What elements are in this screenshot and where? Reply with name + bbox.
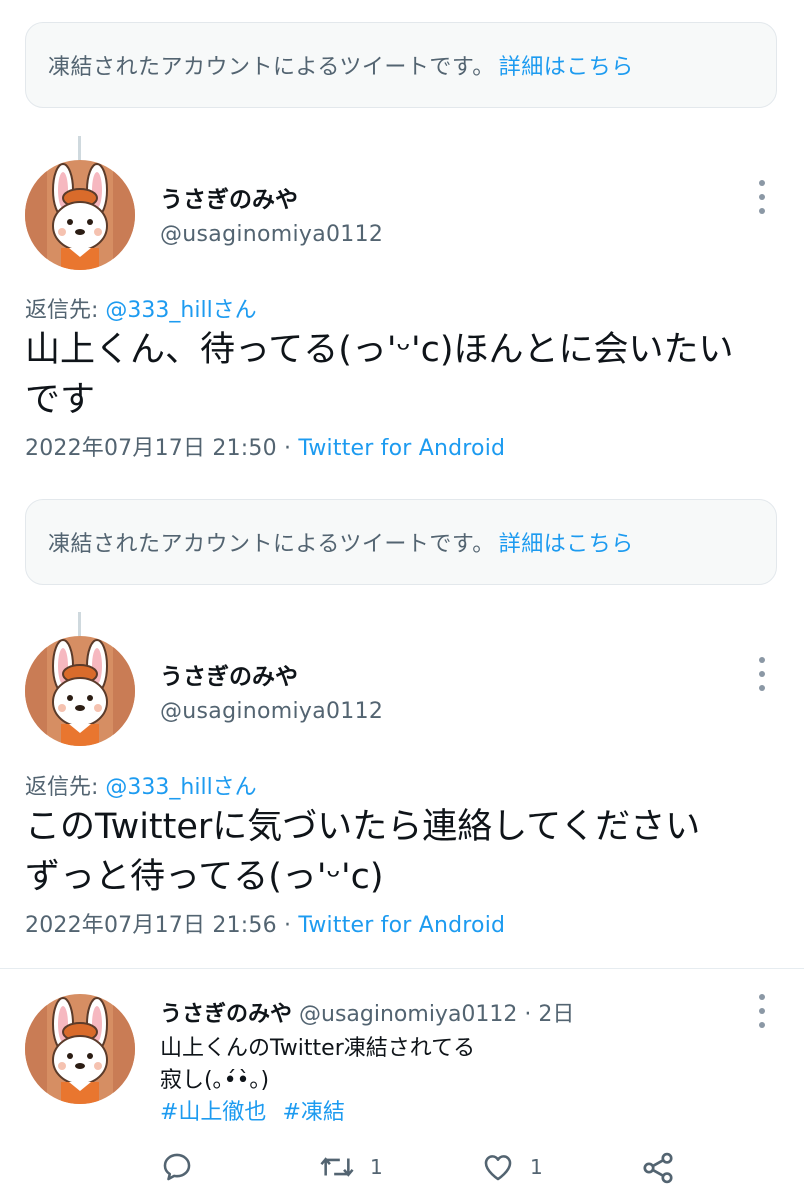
avatar[interactable] <box>25 160 135 270</box>
divider <box>0 968 804 969</box>
reply-to-label: 返信先: <box>25 775 106 800</box>
retweet-icon <box>320 1157 354 1177</box>
more-options-icon[interactable] <box>750 657 774 691</box>
display-name[interactable]: うさぎのみや <box>160 657 298 691</box>
details-link[interactable]: 詳細はこちら <box>499 49 634 81</box>
user-handle-and-time[interactable]: @usaginomiya0112 · 2日 <box>299 1002 574 1027</box>
display-name[interactable]: うさぎのみや <box>160 1002 292 1027</box>
thread-connector <box>78 136 81 160</box>
thread-connector <box>78 612 81 636</box>
display-name[interactable]: うさぎのみや <box>160 180 298 214</box>
tweet-text-line-2: 寂し(｡•́•̀｡) <box>160 1068 270 1093</box>
reply-mention-link[interactable]: @333_hillさん <box>105 298 256 323</box>
frozen-account-notice: 凍結されたアカウントによるツイートです。 詳細はこちら <box>25 499 777 585</box>
heart-icon <box>484 1155 512 1181</box>
share-icon <box>643 1152 673 1184</box>
bunny-avatar-icon <box>25 636 135 746</box>
tweet-source-link[interactable]: Twitter for Android <box>298 436 505 461</box>
reply-to-line: 返信先: @333_hillさん <box>25 292 257 324</box>
hashtag-link[interactable]: #凍結 <box>282 1100 344 1125</box>
tweet-meta: 2022年07月17日 21:56 · Twitter for Android <box>25 907 505 939</box>
reply-button[interactable] <box>160 1150 208 1184</box>
tweet-timestamp[interactable]: 2022年07月17日 21:50 · <box>25 436 298 461</box>
tweet-source-link[interactable]: Twitter for Android <box>298 913 505 938</box>
more-options-icon[interactable] <box>750 994 774 1028</box>
retweet-count: 1 <box>370 1155 383 1179</box>
frozen-notice-text: 凍結されたアカウントによるツイートです。 <box>48 532 495 557</box>
reply-mention-link[interactable]: @333_hillさん <box>105 775 256 800</box>
compact-tweet-header: うさぎのみや @usaginomiya0112 · 2日 <box>160 996 574 1028</box>
avatar[interactable] <box>25 636 135 746</box>
retweet-button[interactable]: 1 <box>318 1150 383 1184</box>
user-handle[interactable]: @usaginomiya0112 <box>160 699 383 724</box>
frozen-account-notice: 凍結されたアカウントによるツイートです。 詳細はこちら <box>25 22 777 108</box>
avatar[interactable] <box>25 994 135 1104</box>
frozen-notice-text: 凍結されたアカウントによるツイートです。 <box>48 55 495 80</box>
bunny-avatar-icon <box>25 160 135 270</box>
tweet-meta: 2022年07月17日 21:50 · Twitter for Android <box>25 430 505 462</box>
tweet-text-line-1: 山上くんのTwitter凍結されてる <box>160 1036 476 1061</box>
details-link[interactable]: 詳細はこちら <box>499 526 634 558</box>
hashtags: #山上徹也 #凍結 <box>160 1094 361 1126</box>
bunny-avatar-icon <box>25 994 135 1104</box>
tweet-text: 山上くん、待ってる(っ'ᵕ'c)ほんとに会いたい です <box>25 330 734 420</box>
hashtag-link[interactable]: #山上徹也 <box>160 1100 266 1125</box>
reply-to-label: 返信先: <box>25 298 106 323</box>
share-button[interactable] <box>640 1150 676 1186</box>
like-count: 1 <box>530 1155 543 1179</box>
user-handle[interactable]: @usaginomiya0112 <box>160 222 383 247</box>
like-button[interactable]: 1 <box>480 1150 543 1184</box>
more-options-icon[interactable] <box>750 180 774 214</box>
tweet-timestamp[interactable]: 2022年07月17日 21:56 · <box>25 913 298 938</box>
reply-to-line: 返信先: @333_hillさん <box>25 769 257 801</box>
reply-icon <box>163 1153 191 1181</box>
tweet-text: このTwitterに気づいたら連絡してください ずっと待ってる(っ'ᵕ'c) <box>25 807 701 897</box>
